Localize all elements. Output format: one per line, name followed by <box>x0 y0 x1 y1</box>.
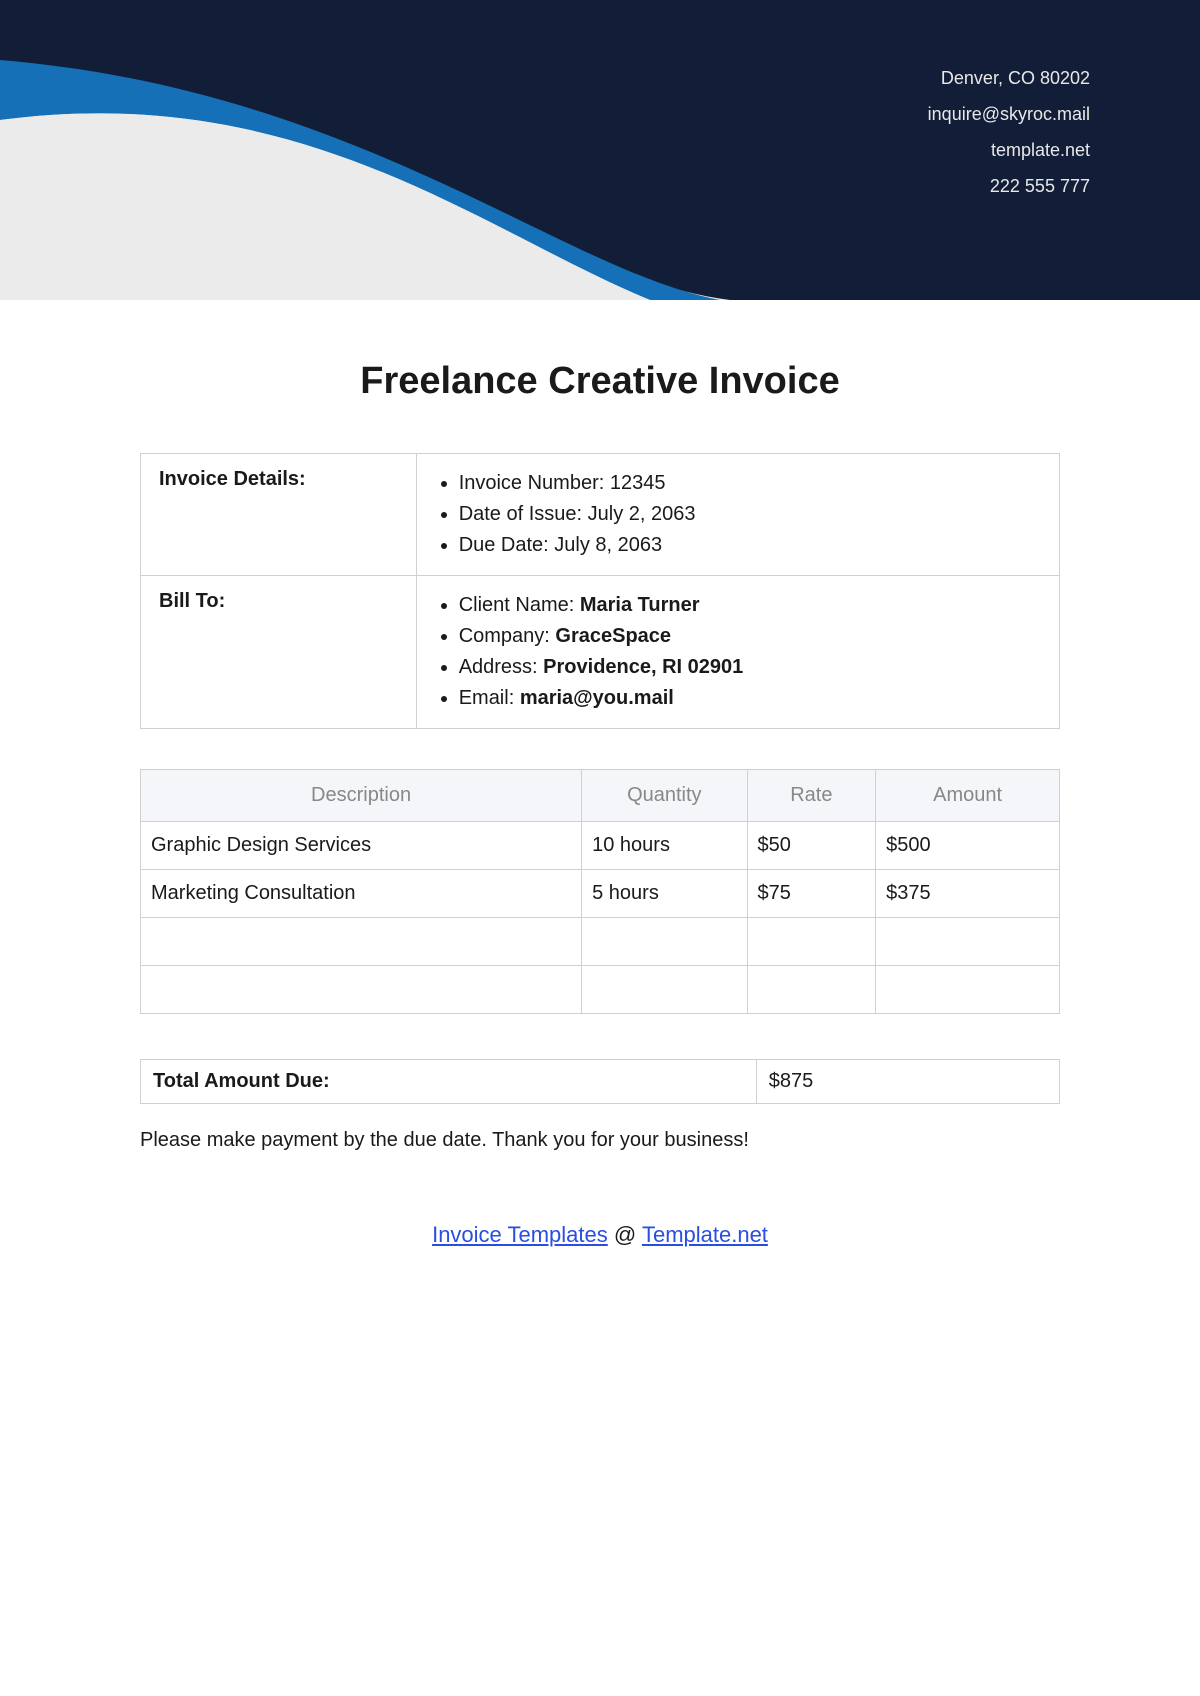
total-value: $875 <box>756 1060 1059 1104</box>
table-cell: 5 hours <box>582 870 747 918</box>
payment-note: Please make payment by the due date. Tha… <box>140 1129 1060 1152</box>
total-row: Total Amount Due: $875 <box>141 1060 1060 1104</box>
link-template-net[interactable]: Template.net <box>642 1222 768 1247</box>
col-quantity: Quantity <box>582 770 747 822</box>
table-cell: 10 hours <box>582 822 747 870</box>
total-table: Total Amount Due: $875 <box>140 1059 1060 1104</box>
table-cell <box>141 918 582 966</box>
bill-company: Company: GraceSpace <box>459 621 1041 652</box>
bill-client-name: Client Name: Maria Turner <box>459 590 1041 621</box>
table-cell: Graphic Design Services <box>141 822 582 870</box>
table-cell <box>582 966 747 1014</box>
header: Denver, CO 80202 inquire@skyroc.mail tem… <box>0 0 1200 300</box>
table-row: Marketing Consultation5 hours$75$375 <box>141 870 1060 918</box>
table-cell <box>747 918 876 966</box>
contact-city: Denver, CO 80202 <box>928 60 1090 96</box>
contact-phone: 222 555 777 <box>928 168 1090 204</box>
bill-email: Email: maria@you.mail <box>459 683 1041 714</box>
footer-separator: @ <box>608 1222 642 1247</box>
contact-website: template.net <box>928 132 1090 168</box>
footer-links: Invoice Templates @ Template.net <box>140 1222 1060 1248</box>
invoice-details-row: Invoice Details: Invoice Number: 12345 D… <box>141 454 1060 576</box>
detail-issue-date: Date of Issue: July 2, 2063 <box>459 499 1041 530</box>
detail-invoice-number: Invoice Number: 12345 <box>459 468 1041 499</box>
table-cell: $375 <box>876 870 1060 918</box>
table-cell <box>876 918 1060 966</box>
contact-email: inquire@skyroc.mail <box>928 96 1090 132</box>
link-invoice-templates[interactable]: Invoice Templates <box>432 1222 608 1247</box>
table-cell <box>141 966 582 1014</box>
table-cell <box>582 918 747 966</box>
table-row <box>141 918 1060 966</box>
invoice-details-label: Invoice Details: <box>141 454 417 576</box>
table-cell: $75 <box>747 870 876 918</box>
col-amount: Amount <box>876 770 1060 822</box>
table-cell <box>876 966 1060 1014</box>
items-table: Description Quantity Rate Amount Graphic… <box>140 769 1060 1014</box>
bill-to-label: Bill To: <box>141 576 417 729</box>
page-title: Freelance Creative Invoice <box>140 360 1060 403</box>
invoice-details-cell: Invoice Number: 12345 Date of Issue: Jul… <box>416 454 1059 576</box>
header-contact: Denver, CO 80202 inquire@skyroc.mail tem… <box>928 60 1090 204</box>
detail-due-date: Due Date: July 8, 2063 <box>459 530 1041 561</box>
col-rate: Rate <box>747 770 876 822</box>
table-cell: $50 <box>747 822 876 870</box>
table-cell: $500 <box>876 822 1060 870</box>
table-row <box>141 966 1060 1014</box>
bill-address: Address: Providence, RI 02901 <box>459 652 1041 683</box>
col-description: Description <box>141 770 582 822</box>
items-header-row: Description Quantity Rate Amount <box>141 770 1060 822</box>
table-cell: Marketing Consultation <box>141 870 582 918</box>
bill-to-cell: Client Name: Maria Turner Company: Grace… <box>416 576 1059 729</box>
total-label: Total Amount Due: <box>141 1060 757 1104</box>
table-cell <box>747 966 876 1014</box>
table-row: Graphic Design Services10 hours$50$500 <box>141 822 1060 870</box>
content: Freelance Creative Invoice Invoice Detai… <box>0 300 1200 1248</box>
info-table: Invoice Details: Invoice Number: 12345 D… <box>140 453 1060 729</box>
bill-to-row: Bill To: Client Name: Maria Turner Compa… <box>141 576 1060 729</box>
